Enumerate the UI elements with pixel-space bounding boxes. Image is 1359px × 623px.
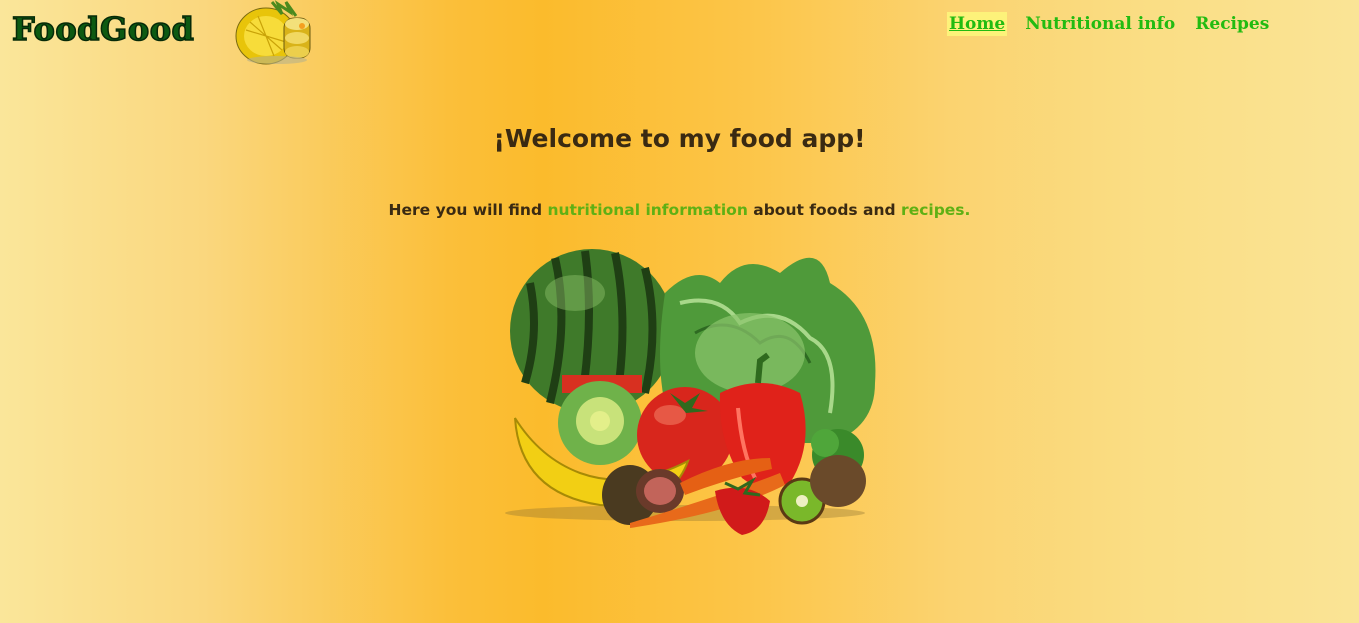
intro-middle: about foods and: [747, 201, 902, 219]
brand-logo-text[interactable]: FoodGood: [11, 9, 194, 49]
recipes-link[interactable]: recipes.: [901, 201, 970, 219]
intro-prefix: Here you will find: [388, 201, 548, 219]
nutritional-information-link[interactable]: nutritional information: [547, 201, 747, 219]
nav-home-link[interactable]: Home: [947, 12, 1008, 36]
pineapple-icon: [235, 0, 311, 65]
intro-text: Here you will find nutritional informati…: [0, 201, 1359, 219]
page-title: ¡Welcome to my food app!: [493, 124, 866, 153]
nav-recipes-link[interactable]: Recipes: [1193, 12, 1271, 36]
nav-nutritional-info-link[interactable]: Nutritional info: [1023, 12, 1177, 36]
fruits-vegetables-illustration: [505, 249, 876, 535]
main-nav: Home Nutritional info Recipes: [947, 12, 1271, 36]
